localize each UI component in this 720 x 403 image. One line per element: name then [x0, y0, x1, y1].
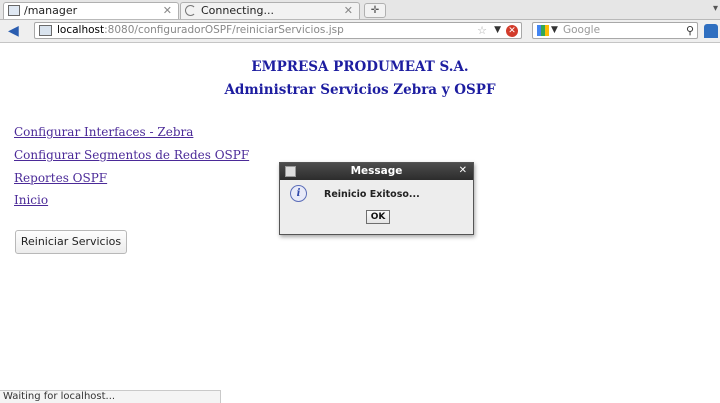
- info-icon: i: [290, 185, 307, 202]
- tab-title: Connecting...: [201, 4, 274, 17]
- close-icon[interactable]: ✕: [163, 4, 172, 17]
- url-host: localhost: [57, 24, 105, 36]
- close-icon[interactable]: ✕: [344, 4, 353, 17]
- search-bar[interactable]: ▼ Google ⚲: [532, 22, 698, 39]
- dialog-titlebar[interactable]: Message ✕: [280, 163, 473, 180]
- chevron-down-icon[interactable]: ▾: [713, 3, 718, 14]
- dialog-message: Reinicio Exitoso...: [324, 189, 420, 200]
- page-icon: [39, 25, 52, 36]
- google-icon[interactable]: [537, 25, 549, 36]
- address-bar[interactable]: localhost:8080/configuradorOSPF/reinicia…: [34, 22, 522, 39]
- back-arrow-icon[interactable]: ◀: [8, 23, 26, 39]
- chevron-down-icon[interactable]: ▼: [551, 25, 558, 35]
- chevron-down-icon[interactable]: ▼: [494, 25, 501, 35]
- tab-manager[interactable]: /manager ✕: [3, 2, 179, 19]
- tab-connecting[interactable]: Connecting... ✕: [180, 2, 360, 19]
- ok-button[interactable]: OK: [366, 210, 390, 224]
- status-text: Waiting for localhost...: [3, 391, 116, 402]
- url-text[interactable]: localhost:8080/configuradorOSPF/reinicia…: [57, 24, 344, 36]
- dialog-title: Message: [350, 165, 403, 177]
- home-icon[interactable]: [704, 24, 718, 38]
- tab-title: /manager: [24, 4, 78, 17]
- link-inicio[interactable]: Inicio: [14, 193, 48, 207]
- close-icon[interactable]: ✕: [459, 165, 467, 176]
- search-placeholder: Google: [563, 24, 601, 36]
- bookmark-star-icon[interactable]: ☆: [477, 24, 487, 37]
- loading-icon: [185, 5, 196, 16]
- status-bar: Waiting for localhost...: [0, 390, 221, 403]
- restart-services-button[interactable]: Reiniciar Servicios: [15, 230, 127, 254]
- link-reportes-ospf[interactable]: Reportes OSPF: [14, 171, 107, 185]
- company-heading: EMPRESA PRODUMEAT S.A.: [251, 59, 469, 75]
- link-configurar-interfaces[interactable]: Configurar Interfaces - Zebra: [14, 125, 193, 139]
- new-tab-button[interactable]: ✛: [364, 3, 386, 18]
- navigation-bar: ◀ localhost:8080/configuradorOSPF/reinic…: [0, 20, 720, 43]
- page-subtitle: Administrar Servicios Zebra y OSPF: [224, 82, 496, 98]
- link-configurar-segmentos[interactable]: Configurar Segmentos de Redes OSPF: [14, 148, 249, 162]
- binoculars-icon[interactable]: ⚲: [686, 24, 694, 37]
- stop-icon[interactable]: ✕: [506, 25, 518, 37]
- tab-strip: /manager ✕ Connecting... ✕ ✛ ▾: [0, 0, 720, 20]
- url-path: :8080/configuradorOSPF/reiniciarServicio…: [104, 24, 344, 36]
- page-icon: [8, 5, 20, 16]
- message-dialog: Message ✕ i Reinicio Exitoso... OK: [279, 162, 474, 235]
